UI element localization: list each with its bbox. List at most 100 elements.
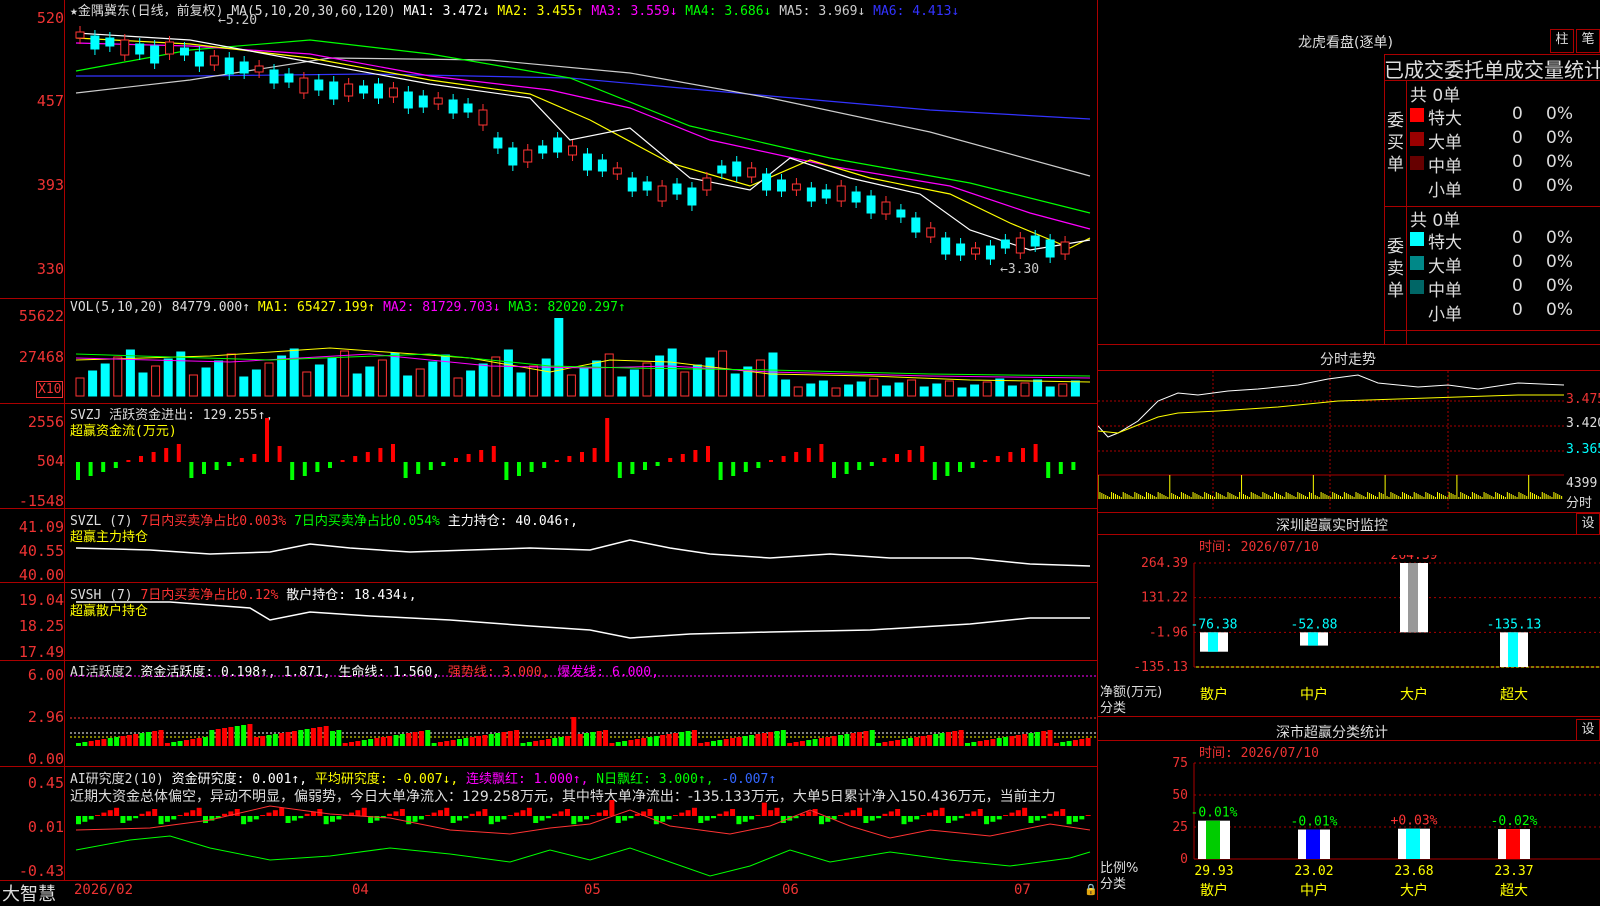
active-bar (501, 732, 507, 746)
active-bar (342, 743, 348, 746)
monitor-settings-button[interactable]: 设 (1576, 513, 1600, 535)
svzj-chart[interactable] (70, 418, 1097, 506)
active-bar (171, 742, 177, 746)
bar-mode-button[interactable]: 柱 (1550, 29, 1574, 53)
active-bar (291, 731, 297, 746)
active-bar (742, 736, 748, 746)
indicator-value: MA4: 3.686↓ (677, 4, 772, 19)
active-bar (704, 742, 710, 746)
ai-research-chart[interactable] (70, 800, 1097, 878)
active-bar (698, 743, 704, 746)
fund-bar (769, 460, 773, 462)
research-bar (863, 816, 869, 823)
ratio-value: 29.93 (1194, 864, 1233, 879)
monitor-chart[interactable]: 264.39 131.22 -1.96 -135.13 -76.38 散户 -52.88 中户… (1098, 555, 1600, 715)
active-bar (564, 736, 570, 746)
research-bar (685, 810, 691, 816)
research-bar (133, 816, 139, 819)
active-bar (857, 732, 863, 746)
candle (388, 87, 398, 98)
ratio-bar-stripe (1406, 828, 1420, 859)
candle (209, 55, 219, 66)
volume-bar (151, 365, 161, 397)
svsh-chart[interactable] (70, 598, 1097, 658)
active-bar (787, 743, 793, 746)
research-bar (1053, 811, 1059, 816)
research-bar (965, 813, 970, 816)
active-bar (996, 738, 1002, 746)
tick-mode-button[interactable]: 笔 (1576, 29, 1600, 53)
kline-chart[interactable] (70, 18, 1097, 298)
research-bar (933, 810, 939, 816)
classify-chart[interactable]: 75 50 25 0 -0.01% 29.93 散户 -0.01% 23.02 中户 +0.03% 2… (1098, 755, 1600, 900)
volume-bar (705, 357, 715, 397)
active-bar (107, 738, 113, 746)
active-bar (76, 743, 81, 746)
research-bar (742, 816, 748, 822)
net-bar-stripe (1308, 632, 1318, 646)
svzl-line (75, 539, 1091, 567)
fund-bar (277, 446, 282, 462)
ai-research-y-label: 0.01 (27, 818, 64, 836)
fund-bar (731, 462, 736, 476)
volume-bar (226, 353, 236, 397)
active-bar (761, 733, 767, 746)
active-bar (374, 738, 380, 746)
active-bar (196, 738, 202, 746)
ma6-line (76, 73, 1091, 120)
classify-settings-button[interactable]: 设 (1576, 719, 1600, 741)
research-bar (564, 809, 570, 816)
research-bar (755, 815, 761, 816)
volume-bar (302, 371, 312, 397)
order-name: 特大 (1428, 109, 1462, 129)
fund-bar (743, 462, 748, 472)
research-bar (1003, 815, 1009, 816)
active-bar (183, 740, 189, 746)
research-green-line (75, 835, 1091, 877)
fund-bar (907, 450, 912, 462)
volume-bar (592, 360, 602, 397)
change-label: -0.01% (1191, 806, 1238, 821)
research-bar (818, 816, 824, 825)
research-bar (647, 809, 653, 816)
active-bar (768, 732, 774, 746)
active-bar (520, 743, 526, 746)
active-bar (114, 737, 120, 746)
indicator-value: MA1: 3.472↓ (403, 4, 490, 19)
candle (523, 149, 533, 163)
active-bar (1047, 730, 1053, 746)
divider (1098, 344, 1600, 345)
volume-bar (692, 364, 702, 397)
intraday-chart[interactable] (1098, 371, 1564, 511)
vol-chart[interactable] (70, 318, 1097, 400)
svzj-y-label: 504 (36, 452, 64, 470)
legend-swatch (1410, 132, 1424, 146)
fund-bar (76, 462, 80, 480)
fund-bar (580, 452, 584, 462)
panel-divider (0, 508, 1098, 509)
active-bar (672, 733, 678, 746)
fund-bar (617, 462, 622, 478)
candle (851, 191, 861, 203)
svzl-chart[interactable] (70, 530, 1097, 580)
research-bar (1047, 813, 1053, 816)
lock-icon[interactable]: 🔒 (1084, 883, 1098, 896)
active-bar (145, 732, 151, 746)
active-bar (736, 737, 742, 746)
lhb-subtitle: 已成交委托单成交量统计 (1384, 58, 1600, 82)
main-chart-area[interactable]: ★金隅冀东(日线，前复权) MA(5,10,20,30,60,120) MA1:… (0, 0, 1098, 905)
ratio-value: 23.37 (1494, 864, 1533, 879)
buy-total: 共 0单 (1410, 86, 1461, 106)
research-bar (520, 810, 526, 816)
fund-bar (706, 446, 710, 462)
research-bar (603, 810, 609, 816)
research-bar (298, 816, 304, 819)
order-name: 大单 (1428, 257, 1462, 277)
research-bar (666, 816, 672, 820)
fund-bar (88, 462, 93, 476)
active-bar (330, 731, 335, 746)
ai-active-chart[interactable] (70, 670, 1097, 764)
candle (956, 243, 966, 256)
legend-swatch (1410, 180, 1424, 194)
candle (165, 41, 175, 55)
